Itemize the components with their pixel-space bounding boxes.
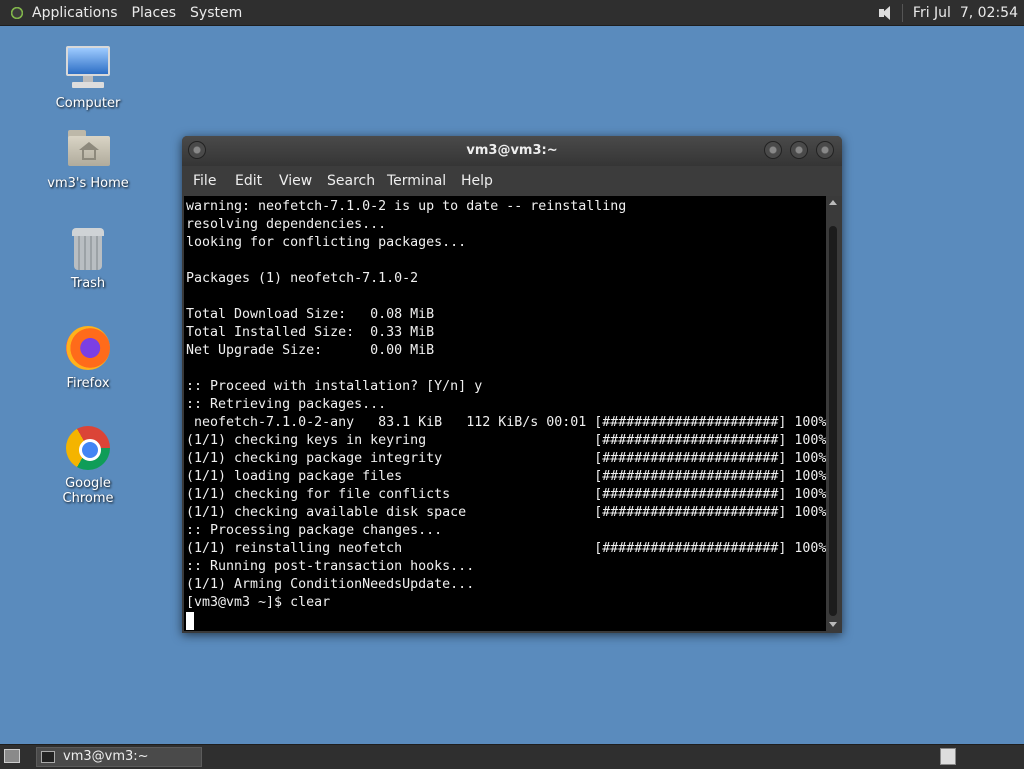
terminal-output[interactable]: warning: neofetch-7.1.0-2 is up to date …: [184, 196, 826, 631]
terminal-line: [vm3@vm3 ~]$ clear: [186, 595, 331, 610]
terminal-line: (1/1) checking package integrity [######…: [186, 451, 826, 466]
panel-separator: [901, 3, 903, 22]
distro-logo-icon[interactable]: [8, 3, 26, 22]
terminal-line: warning: neofetch-7.1.0-2 is up to date …: [186, 199, 627, 214]
terminal-line: Net Upgrade Size: 0.00 MiB: [186, 343, 435, 358]
workspace-switcher[interactable]: [940, 748, 956, 765]
terminal-line: looking for conflicting packages...: [186, 235, 467, 250]
menu-edit[interactable]: Edit: [235, 173, 262, 189]
firefox-icon: [64, 324, 112, 372]
window-title-bar[interactable]: vm3@vm3:~: [182, 136, 842, 166]
taskbar-window-button[interactable]: vm3@vm3:~: [36, 747, 202, 767]
terminal-line: (1/1) checking for file conflicts [#####…: [186, 487, 826, 502]
desktop-icon-label: Firefox: [66, 376, 110, 391]
places-menu[interactable]: Places: [132, 5, 177, 21]
terminal-line: :: Retrieving packages...: [186, 397, 387, 412]
close-icon[interactable]: [816, 141, 834, 159]
menu-file[interactable]: File: [193, 173, 216, 189]
terminal-line: :: Proceed with installation? [Y/n] y: [186, 379, 483, 394]
trash-icon: [64, 224, 112, 272]
show-desktop-icon[interactable]: [4, 749, 20, 763]
volume-icon[interactable]: [876, 4, 894, 22]
scroll-down-icon[interactable]: [829, 622, 837, 627]
system-menu[interactable]: System: [190, 5, 242, 21]
bottom-panel: vm3@vm3:~: [0, 744, 1024, 769]
terminal-line: (1/1) loading package files [###########…: [186, 469, 826, 484]
chrome-icon: [64, 424, 112, 472]
scroll-up-icon[interactable]: [829, 200, 837, 205]
desktop-icon-trash[interactable]: Trash: [38, 224, 138, 291]
terminal-line: :: Running post-transaction hooks...: [186, 559, 475, 574]
scroll-thumb[interactable]: [829, 226, 837, 616]
terminal-line: resolving dependencies...: [186, 217, 387, 232]
applications-menu[interactable]: Applications: [32, 5, 118, 21]
taskbar-window-label: vm3@vm3:~: [63, 749, 149, 764]
terminal-line: (1/1) reinstalling neofetch [###########…: [186, 541, 826, 556]
menu-view[interactable]: View: [279, 173, 312, 189]
maximize-icon[interactable]: [790, 141, 808, 159]
terminal-line: Total Installed Size: 0.33 MiB: [186, 325, 435, 340]
desktop-icon-computer[interactable]: Computer: [38, 44, 138, 111]
top-panel: Applications Places System Fri Jul 7, 02…: [0, 0, 1024, 26]
desktop-icon-label: Trash: [70, 276, 106, 291]
desktop-icon-label: Computer: [55, 96, 121, 111]
terminal-scrollbar[interactable]: [826, 196, 840, 631]
desktop-icon-firefox[interactable]: Firefox: [38, 324, 138, 391]
window-title: vm3@vm3:~: [466, 143, 558, 158]
terminal-text: warning: neofetch-7.1.0-2 is up to date …: [184, 196, 826, 630]
home-folder-icon: [64, 124, 112, 172]
terminal-line: Total Download Size: 0.08 MiB: [186, 307, 435, 322]
terminal-line: (1/1) Arming ConditionNeedsUpdate...: [186, 577, 475, 592]
menu-search[interactable]: Search: [327, 173, 375, 189]
clock[interactable]: Fri Jul 7, 02:54: [913, 5, 1018, 21]
menu-help[interactable]: Help: [461, 173, 493, 189]
terminal-line: neofetch-7.1.0-2-any 83.1 KiB 112 KiB/s …: [194, 415, 826, 430]
desktop-icon-home[interactable]: vm3's Home: [38, 124, 138, 191]
terminal-line: (1/1) checking available disk space [###…: [186, 505, 826, 520]
computer-icon: [64, 44, 112, 92]
terminal-cursor: [186, 612, 194, 630]
terminal-line: Packages (1) neofetch-7.1.0-2: [186, 271, 419, 286]
terminal-window: vm3@vm3:~ File Edit View Search Terminal…: [182, 136, 842, 633]
terminal-icon: [41, 751, 55, 763]
minimize-icon[interactable]: [764, 141, 782, 159]
terminal-menu-bar: File Edit View Search Terminal Help: [182, 166, 842, 196]
desktop-icon-label: Google Chrome: [62, 476, 114, 506]
menu-terminal[interactable]: Terminal: [387, 173, 446, 189]
terminal-line: :: Processing package changes...: [186, 523, 443, 538]
desktop-icon-chrome[interactable]: Google Chrome: [38, 424, 138, 506]
panel-tray: Fri Jul 7, 02:54: [876, 0, 1018, 25]
desktop-icon-label: vm3's Home: [47, 176, 129, 191]
terminal-line: (1/1) checking keys in keyring [########…: [186, 433, 826, 448]
